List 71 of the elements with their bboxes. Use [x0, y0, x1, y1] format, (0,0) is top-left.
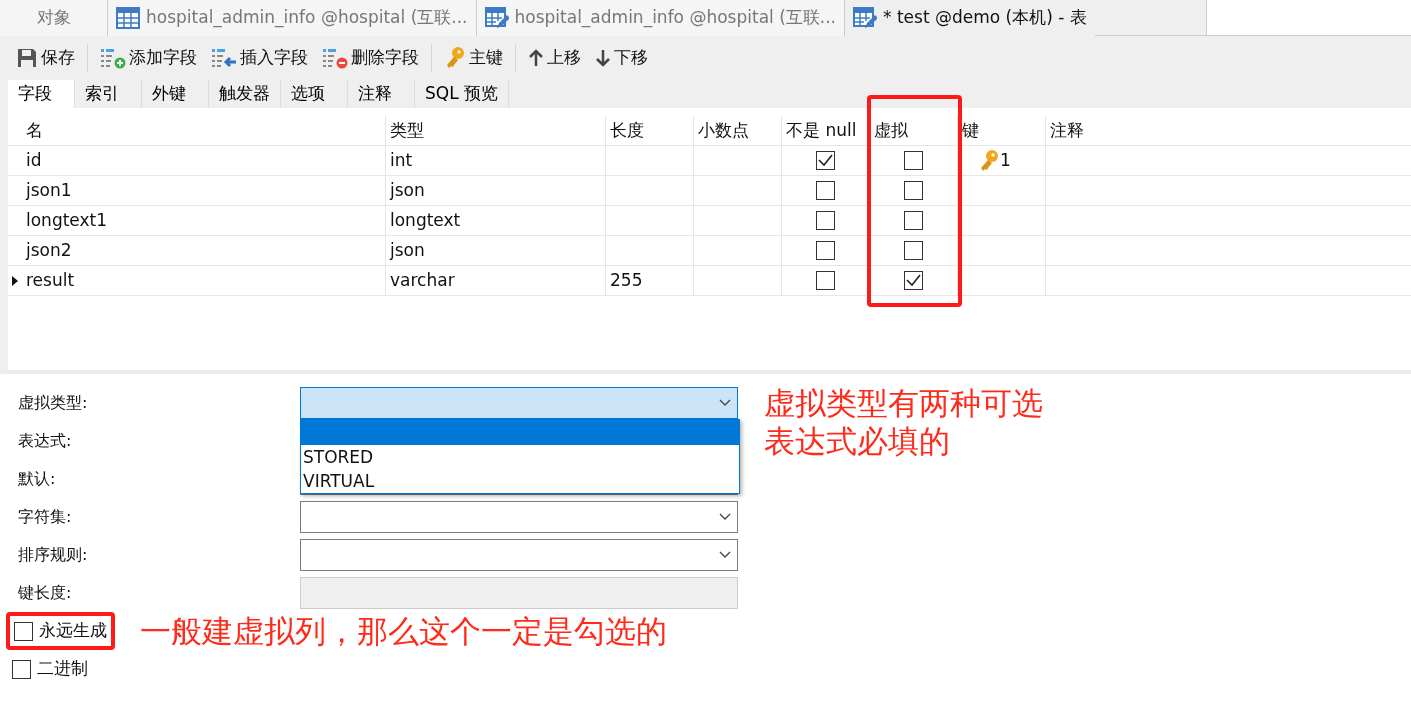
dropdown[interactable]: [300, 539, 738, 571]
table-cell: int: [386, 146, 606, 175]
checkbox[interactable]: [816, 271, 835, 290]
column-header: 虚拟: [870, 116, 958, 145]
dropdown-option[interactable]: STORED: [301, 445, 739, 469]
annotation-text: 一般建虚拟列，那么这个一定是勾选的: [140, 613, 667, 649]
dropdown[interactable]: [300, 501, 738, 533]
table-cell: varchar: [386, 266, 606, 295]
checkbox[interactable]: [904, 181, 923, 200]
field-label: 虚拟类型:: [18, 392, 89, 414]
column-header: 名: [22, 116, 386, 145]
table-cell: json2: [22, 236, 386, 265]
annotation-text: 虚拟类型有两种可选: [763, 385, 1043, 421]
window-tab[interactable]: hospital_admin_info @hospital (互联...: [476, 0, 846, 36]
table-cell: json: [386, 176, 606, 205]
field-label: 字符集:: [18, 506, 73, 528]
field-label: 键长度:: [18, 582, 73, 604]
table-cell: json1: [22, 176, 386, 205]
key-icon: [978, 148, 1000, 173]
insert-field-icon: [211, 47, 237, 69]
checkbox[interactable]: [904, 151, 923, 170]
table-cell: longtext1: [22, 206, 386, 235]
up-arrow-icon: [528, 49, 544, 67]
chevron-down-icon: [719, 399, 731, 407]
toolbar-button[interactable]: 上移: [524, 45, 585, 71]
table-cell-text: 1: [1000, 148, 1011, 172]
table-cell: id: [22, 146, 386, 175]
checkbox[interactable]: [904, 211, 923, 230]
chevron-down-icon: [719, 513, 731, 521]
annotation-text: 表达式必填的: [763, 423, 950, 459]
toolbar-button[interactable]: 主键: [440, 45, 507, 71]
checkbox[interactable]: [14, 621, 33, 641]
field-label: 排序规则:: [18, 544, 89, 566]
checkbox[interactable]: [904, 241, 923, 260]
column-header: 小数点: [694, 116, 782, 145]
checkbox-label: 永远生成: [39, 619, 107, 643]
checkbox[interactable]: [816, 241, 835, 260]
column-header: 不是 null: [782, 116, 870, 145]
field-label: 默认:: [18, 468, 57, 490]
tab[interactable]: 字段: [8, 80, 75, 108]
toolbar-button[interactable]: 保存: [12, 45, 79, 71]
toolbar-button[interactable]: 删除字段: [318, 45, 423, 71]
checkbox[interactable]: [816, 151, 835, 170]
table-edit-icon: [484, 6, 509, 30]
column-header: 长度: [606, 116, 694, 145]
checkbox[interactable]: [12, 659, 31, 679]
table-cell: result: [22, 266, 386, 295]
down-arrow-icon: [595, 49, 611, 67]
window-tab[interactable]: hospital_admin_info @hospital (互联...: [108, 0, 477, 36]
toolbar-button[interactable]: 插入字段: [207, 45, 312, 71]
add-field-icon: [100, 47, 126, 69]
checkbox[interactable]: [816, 211, 835, 230]
toolbar-button[interactable]: 下移: [591, 45, 652, 71]
field-label: 表达式:: [18, 430, 73, 452]
table-cell: longtext: [386, 206, 606, 235]
key-icon: [444, 46, 466, 70]
checkbox[interactable]: [904, 271, 923, 290]
table-icon: [116, 6, 140, 30]
toolbar-button[interactable]: 添加字段: [96, 45, 201, 71]
table-edit-icon: [853, 6, 878, 30]
delete-field-icon: [322, 47, 348, 69]
checkbox[interactable]: [816, 181, 835, 200]
column-header: 注释: [1049, 118, 1085, 142]
column-header: 类型: [386, 116, 606, 145]
table-cell: 255: [606, 266, 694, 295]
table-cell: json: [386, 236, 606, 265]
checkbox-label: 二进制: [37, 657, 88, 681]
column-header: 键: [958, 116, 1046, 145]
window-tab[interactable]: 对象: [0, 0, 108, 36]
save-icon: [16, 47, 38, 69]
chevron-down-icon: [719, 551, 731, 559]
